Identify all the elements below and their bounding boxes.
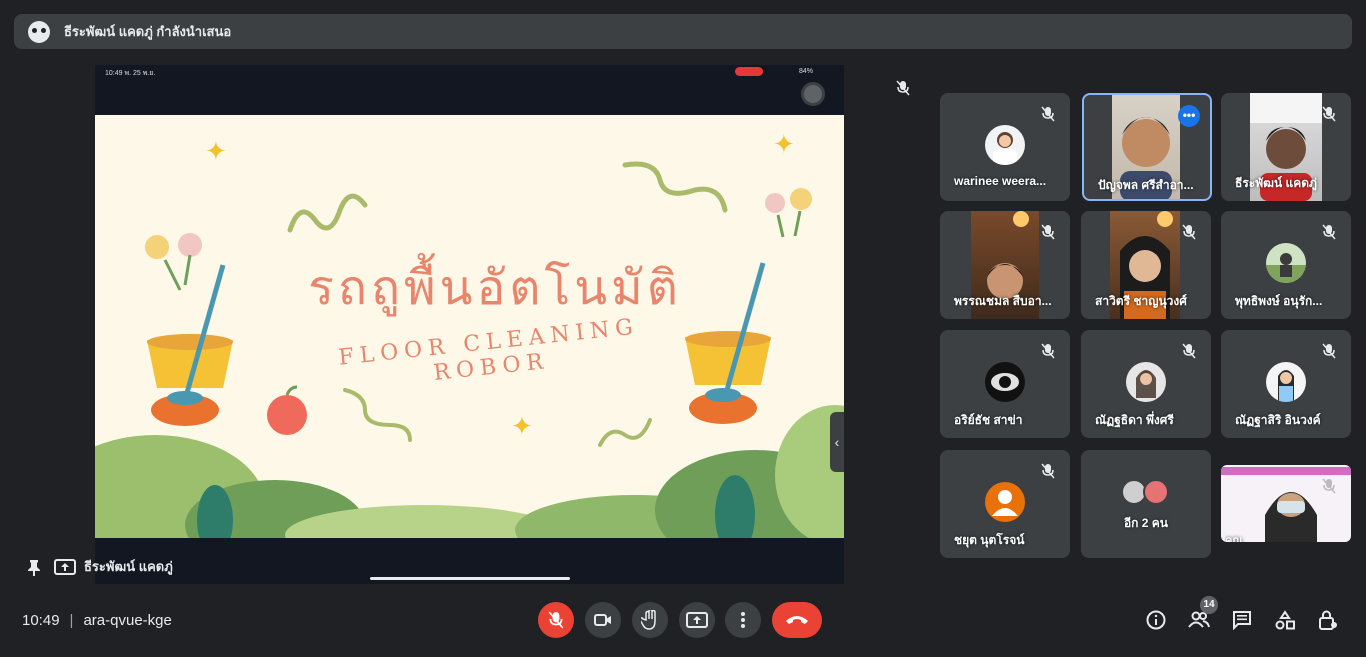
recording-indicator-icon (735, 67, 763, 76)
participant-name: สาวิตรี ชาญนุวงศ์ (1095, 294, 1187, 308)
participant-tile[interactable]: ชยุต นุตโรจน์ (940, 450, 1070, 558)
current-time: 10:49 (22, 612, 60, 629)
participant-name: พรรณชมล สืบอา... (954, 294, 1052, 308)
participant-tile[interactable]: ธีระพัฒน์ แคดภู่ (1221, 93, 1351, 201)
mic-off-icon (1321, 106, 1337, 122)
participant-tile-active[interactable]: ••• ปัญจพล ศรีสำอา... (1082, 93, 1212, 201)
participant-tile[interactable]: warinee weera... (940, 93, 1070, 201)
activities-button[interactable] (1271, 606, 1299, 634)
info-icon (1146, 610, 1166, 630)
mic-off-icon (1040, 224, 1056, 240)
presenting-banner: ธีระพัฒน์ แคดภู่ กำลังนำเสนอ (14, 14, 1352, 49)
more-participants-label: อีก 2 คน (1123, 516, 1169, 530)
present-screen-icon (54, 557, 76, 577)
people-count-badge: 14 (1200, 596, 1218, 614)
mic-off-icon (1040, 343, 1056, 359)
mic-off-icon (1040, 463, 1056, 479)
avatar (1266, 362, 1306, 402)
more-options-icon[interactable]: ••• (1178, 105, 1200, 127)
activities-icon (1275, 610, 1295, 630)
tablet-status-bar: 10:49 พ. 25 พ.ย. 84% (95, 65, 844, 79)
participant-tile[interactable]: พุทธิพงษ์ อนุรัก... (1221, 211, 1351, 319)
mic-off-icon (548, 611, 564, 629)
presenter-name: ธีระพัฒน์ แคดภู่ (84, 559, 173, 574)
participant-name: พุทธิพงษ์ อนุรัก... (1235, 294, 1323, 308)
avatar (1266, 243, 1306, 283)
participant-name: warinee weera... (954, 174, 1047, 188)
tablet-home-indicator (370, 577, 570, 580)
assistive-touch-icon (801, 82, 825, 106)
leave-call-button[interactable] (772, 602, 822, 638)
chat-button[interactable] (1228, 606, 1256, 634)
participant-tile[interactable]: ณัฏฐาสิริ อินวงค์ (1221, 330, 1351, 438)
presentation-stage: 10:49 พ. 25 พ.ย. 84% ✦ ✦ ✦ รถถูพื้นอัตโน… (95, 65, 844, 584)
participant-name: ชยุต นุตโรจน์ (954, 533, 1025, 547)
participant-tile[interactable]: ณัฏฐธิดา พึ่งศรี (1081, 330, 1211, 438)
participant-name: ปัญจพล ศรีสำอา... (1098, 178, 1194, 192)
mic-off-icon (1321, 478, 1337, 494)
hang-up-icon (786, 616, 808, 624)
meet-window: ธีระพัฒน์ แคดภู่ กำลังนำเสนอ 10:49 พ. 25… (0, 0, 1366, 657)
more-vert-icon (741, 612, 745, 628)
slide-decoration: ✦ ✦ ✦ (95, 130, 844, 538)
participant-name: ธีระพัฒน์ แคดภู่ (1235, 176, 1317, 190)
separator: | (69, 612, 74, 629)
stage-presenter-label: ธีระพัฒน์ แคดภู่ (24, 556, 173, 577)
collapse-chevron-icon[interactable]: ‹ (830, 412, 844, 472)
meeting-info: 10:49 | ara-qvue-kge (22, 612, 172, 629)
control-bar: 10:49 | ara-qvue-kge 14 (0, 590, 1366, 657)
lock-person-icon (1319, 610, 1337, 630)
pin-icon[interactable] (24, 557, 44, 577)
tablet-status-time: 10:49 พ. 25 พ.ย. (105, 70, 156, 77)
self-view-tile[interactable]: คุณ (1221, 465, 1351, 542)
svg-text:✦: ✦ (205, 137, 227, 167)
participant-tile[interactable]: สาวิตรี ชาญนุวงศ์ (1081, 211, 1211, 319)
participant-name: ณัฏฐธิดา พึ่งศรี (1095, 413, 1174, 427)
chat-icon (1233, 611, 1251, 630)
meeting-code: ara-qvue-kge (83, 612, 172, 629)
camera-icon (594, 614, 611, 626)
hand-icon (641, 610, 656, 630)
mic-off-icon (896, 80, 910, 101)
avatar (985, 362, 1025, 402)
presenting-text: ธีระพัฒน์ แคดภู่ กำลังนำเสนอ (64, 24, 232, 39)
svg-text:✦: ✦ (773, 130, 795, 160)
present-now-button[interactable] (679, 602, 715, 638)
mic-toggle-button[interactable] (538, 602, 574, 638)
battery-level: 84% (799, 68, 814, 75)
mic-off-icon (1321, 224, 1337, 240)
mic-off-icon (1040, 106, 1056, 122)
avatar-placeholder-icon (985, 482, 1025, 522)
participant-name: คุณ (1225, 535, 1243, 542)
more-options-button[interactable] (725, 602, 761, 638)
avatar (1143, 479, 1169, 505)
participant-name: อริย์ธัช สาข่า (954, 413, 1023, 427)
camera-toggle-button[interactable] (585, 602, 621, 638)
host-controls-button[interactable] (1314, 606, 1342, 634)
mic-off-icon (1321, 343, 1337, 359)
more-participants-tile[interactable]: อีก 2 คน (1081, 450, 1211, 558)
meeting-details-button[interactable] (1142, 606, 1170, 634)
slide: ✦ ✦ ✦ รถถูพื้นอัตโนมัติ FLOOR CLEANING R… (95, 115, 844, 538)
present-screen-icon (686, 612, 708, 628)
participant-name: ณัฏฐาสิริ อินวงค์ (1235, 413, 1321, 427)
avatar (985, 125, 1025, 165)
presenter-avatar-icon (28, 20, 50, 43)
avatar (1126, 362, 1166, 402)
raise-hand-button[interactable] (632, 602, 668, 638)
participant-tile[interactable]: อริย์ธัช สาข่า (940, 330, 1070, 438)
mic-off-icon (1181, 224, 1197, 240)
svg-text:✦: ✦ (511, 412, 533, 442)
mic-off-icon (1181, 343, 1197, 359)
participant-tile[interactable]: พรรณชมล สืบอา... (940, 211, 1070, 319)
